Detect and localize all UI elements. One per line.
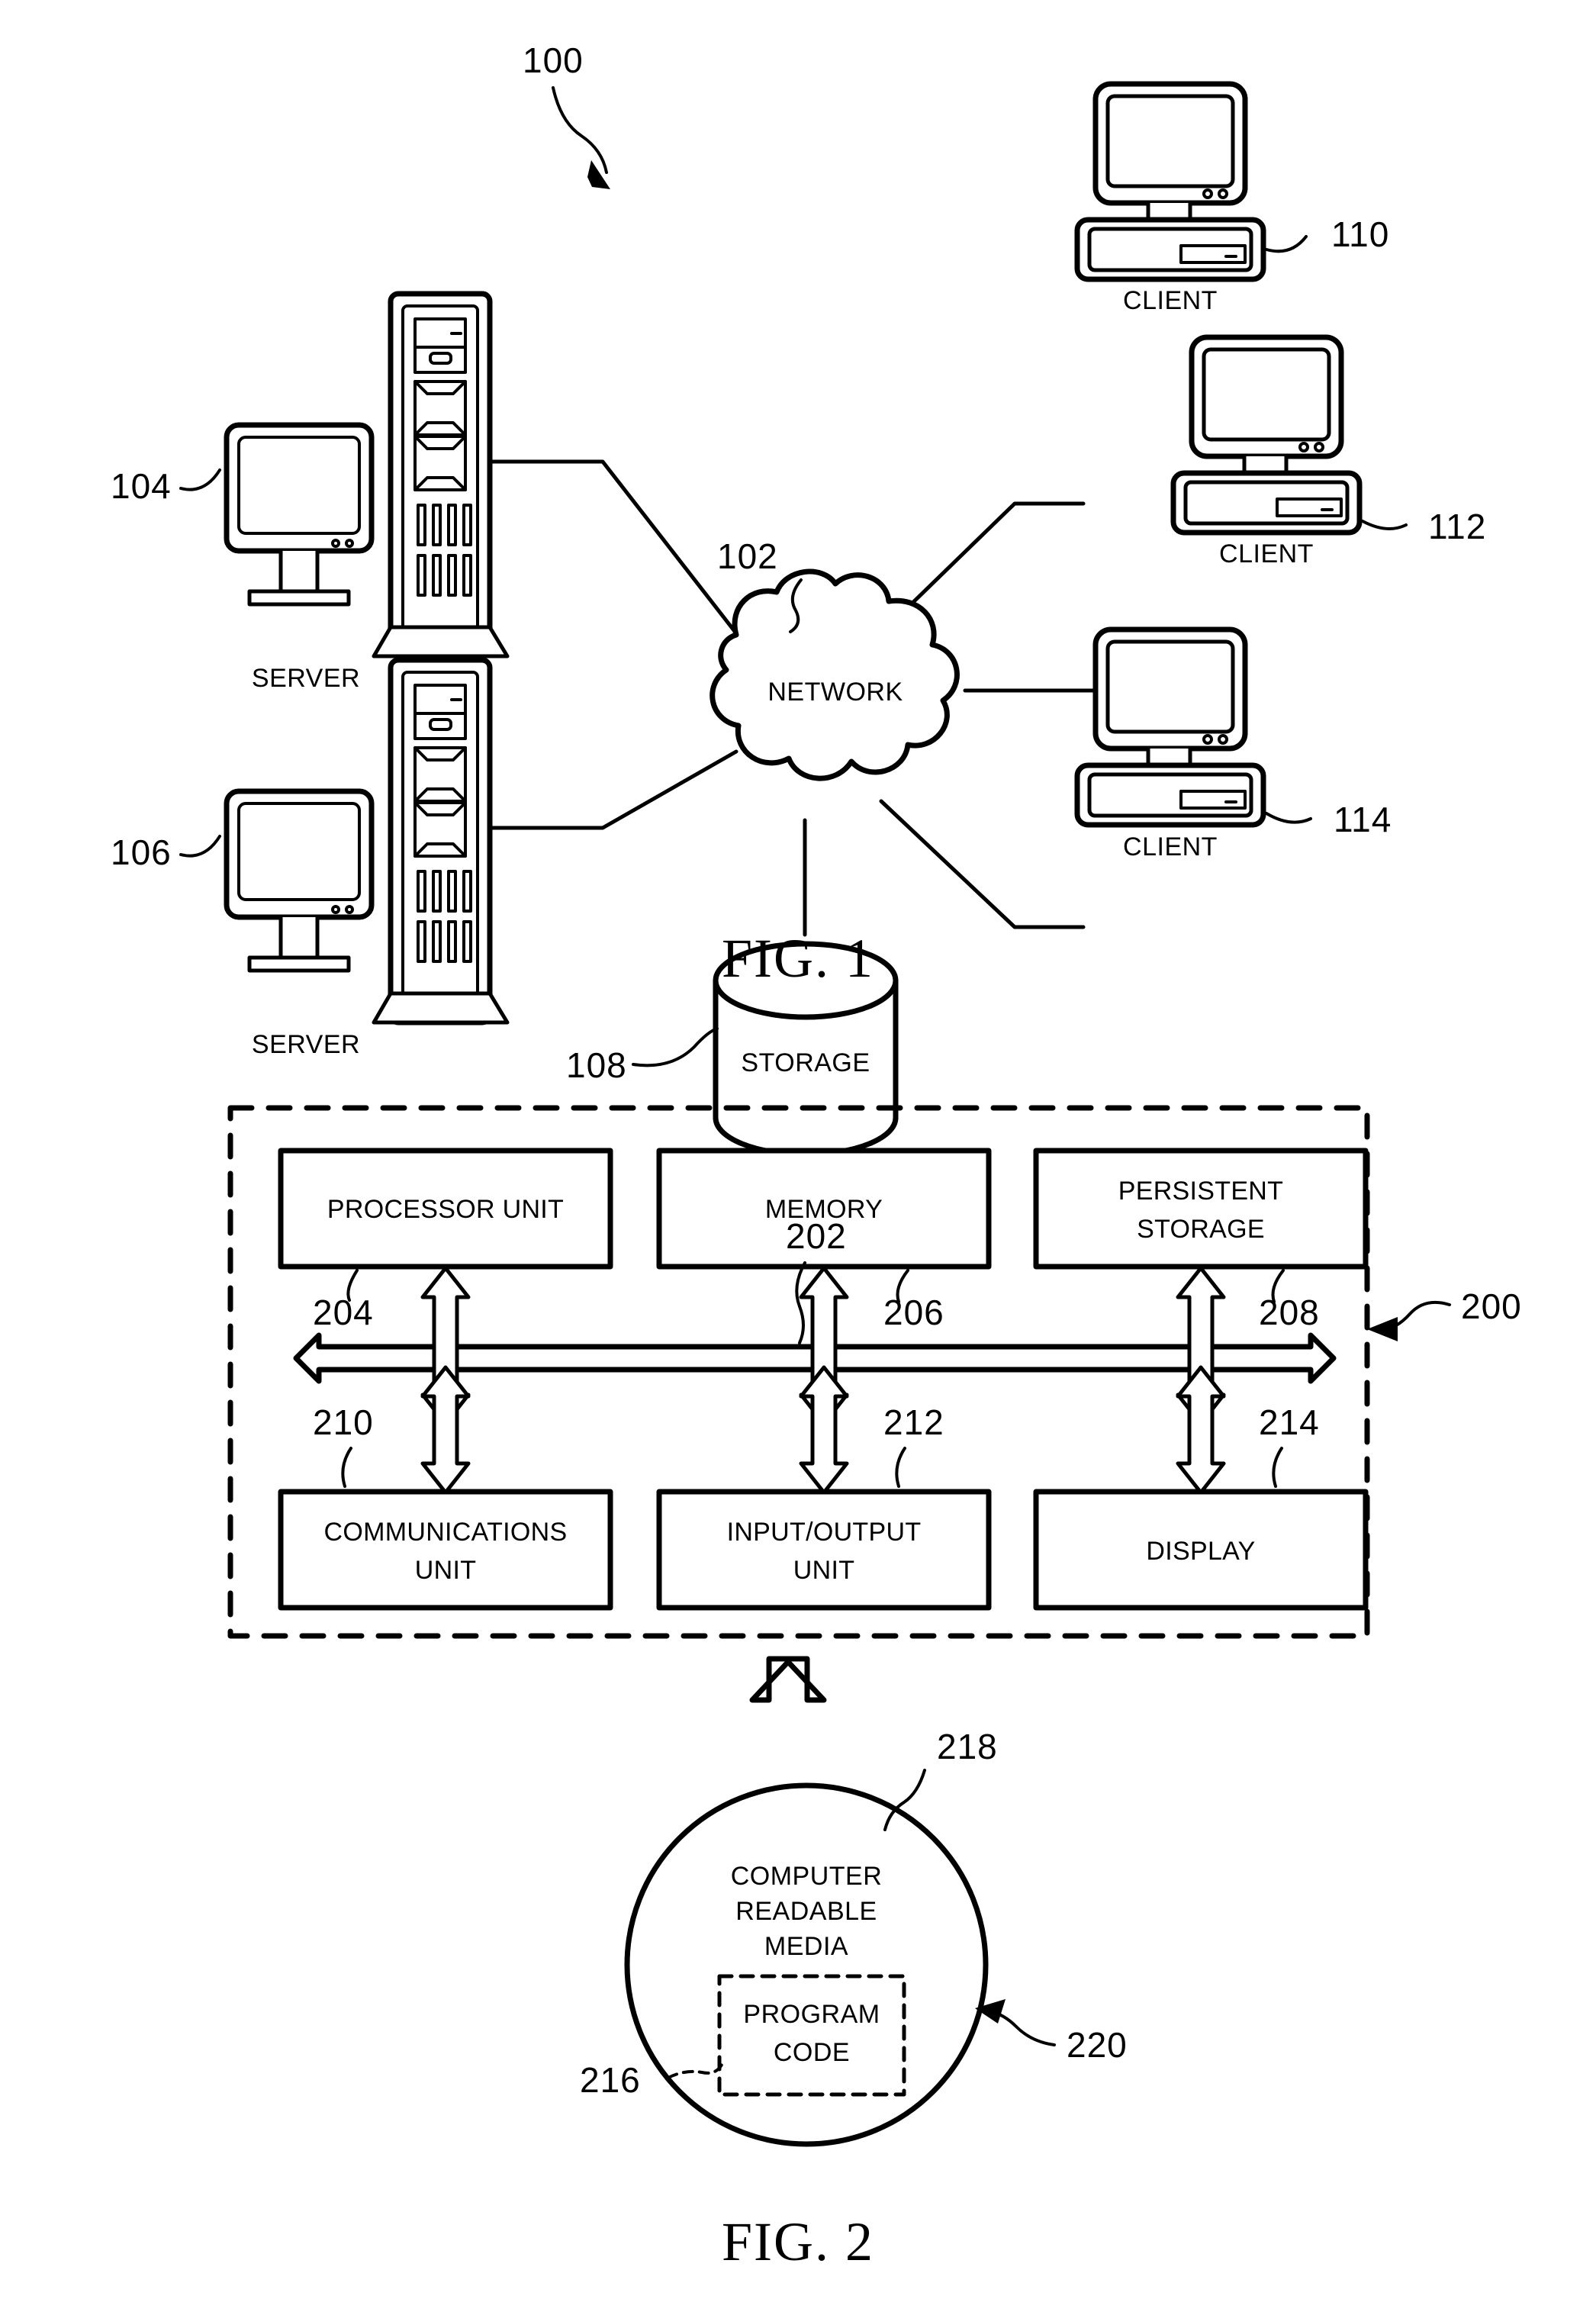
bus-connector-210 [420, 1365, 471, 1495]
fig2-ref-200: 200 [1461, 1286, 1522, 1326]
fig2-ref-218: 218 [937, 1727, 998, 1766]
bus-connector-212 [799, 1365, 849, 1495]
fig1-label-server-104: SERVER [252, 664, 360, 693]
fig1-ref-104: 104 [111, 466, 172, 506]
fig2-ref-206: 206 [883, 1293, 944, 1332]
figure-1-graphics: 104 SERVER 106 SERVER NETWORK 102 STORAG… [111, 40, 1522, 2272]
fig2-leader-210 [341, 1447, 352, 1488]
link-server106-network [478, 749, 738, 830]
block-label-display: DISPLAY [1146, 1537, 1255, 1566]
media-label-line3: MEDIA [764, 1932, 848, 1961]
block-communications-unit [278, 1489, 613, 1611]
fig2-ref-220: 220 [1067, 2025, 1128, 2065]
block-label-processor-unit: PROCESSOR UNIT [327, 1195, 564, 1224]
server-104 [179, 291, 510, 659]
figure-1-caption: FIG. 1 [722, 928, 874, 989]
program-code-load-arrow [749, 1656, 827, 1703]
network-cloud [710, 568, 960, 781]
block-label-communications-unit-line2: UNIT [415, 1556, 477, 1585]
fig2-leader-212 [895, 1447, 906, 1488]
fig1-ref-112: 112 [1428, 507, 1486, 546]
media-label-line2: READABLE [735, 1897, 877, 1926]
block-label-persistent-storage-line1: PERSISTENT [1118, 1177, 1283, 1206]
fig2-leader-202 [795, 1261, 806, 1344]
fig2-ref-202: 202 [786, 1216, 847, 1256]
link-server104-network [478, 459, 738, 636]
fig2-ref-212: 212 [883, 1402, 944, 1442]
block-input-output-unit [656, 1489, 992, 1611]
server-106 [179, 657, 510, 1025]
fig1-ref-110: 110 [1331, 214, 1389, 254]
fig1-system-arrow [552, 86, 610, 189]
media-label-line1: COMPUTER [731, 1862, 883, 1891]
client-114 [1074, 626, 1312, 828]
client-112 [1170, 334, 1408, 536]
fig2-ref-214: 214 [1259, 1402, 1320, 1442]
bus-connector-214 [1176, 1365, 1226, 1495]
fig1-label-network: NETWORK [767, 678, 903, 707]
figure-2-caption: FIG. 2 [722, 2211, 874, 2272]
program-code-label-line1: PROGRAM [743, 2000, 880, 2029]
block-label-input-output-unit-line1: INPUT/OUTPUT [727, 1518, 922, 1547]
block-persistent-storage [1033, 1148, 1369, 1270]
fig1-label-client-114: CLIENT [1123, 832, 1218, 861]
program-code-label-line2: CODE [774, 2038, 850, 2067]
fig2-ref-220-leader [975, 1999, 1056, 2046]
block-label-persistent-storage-line2: STORAGE [1137, 1215, 1265, 1244]
fig1-ref-106: 106 [111, 832, 172, 872]
fig1-label-client-110: CLIENT [1123, 286, 1218, 315]
fig1-ref-114: 114 [1334, 800, 1392, 839]
fig2-ref-210: 210 [313, 1402, 374, 1442]
fig2-leader-214 [1272, 1447, 1283, 1488]
fig2-ref-200-leader [1367, 1301, 1451, 1341]
computer-readable-media-circle [624, 1782, 989, 2147]
client-110 [1074, 81, 1308, 282]
link-network-client114 [879, 799, 1086, 929]
fig1-label-storage: STORAGE [741, 1048, 870, 1077]
fig1-ref-100: 100 [523, 40, 584, 80]
fig2-ref-216: 216 [580, 2060, 641, 2100]
fig2-ref-204: 204 [313, 1293, 374, 1332]
fig1-label-client-112: CLIENT [1219, 539, 1314, 568]
fig1-ref-102: 102 [717, 536, 778, 576]
patent-figure-sheet: 104 SERVER 106 SERVER NETWORK 102 STORAG… [0, 0, 1596, 2315]
block-label-communications-unit-line1: COMMUNICATIONS [324, 1518, 568, 1547]
block-label-input-output-unit-line2: UNIT [793, 1556, 855, 1585]
fig1-label-server-106: SERVER [252, 1030, 360, 1059]
fig1-ref-108: 108 [566, 1045, 627, 1085]
fig2-ref-208: 208 [1259, 1293, 1320, 1332]
